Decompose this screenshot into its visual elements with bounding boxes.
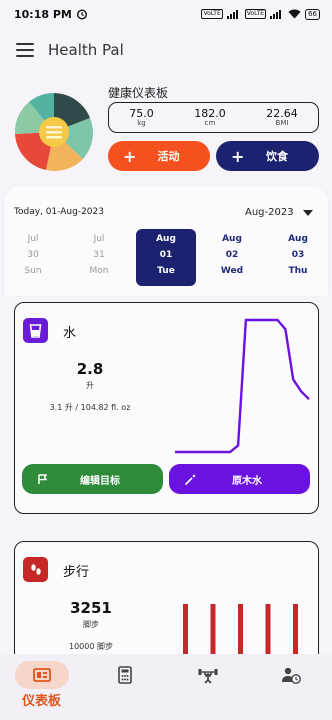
dashboard-title: 健康仪表板 [108, 86, 169, 100]
day-item[interactable]: Jul 31 Mon [69, 229, 129, 286]
day-item-selected[interactable]: Aug 01 Tue [136, 229, 196, 286]
water-unit: 升 [86, 381, 94, 390]
height-stat: 182.0 cm [194, 107, 226, 127]
plus-icon: + [123, 146, 137, 166]
nav-profile-history[interactable] [249, 654, 332, 720]
water-title: 水 [63, 326, 77, 341]
raw-water-label: 原木水 [232, 475, 262, 487]
nav-dashboard-label: 仪表板 [21, 694, 61, 709]
nav-calculator[interactable] [83, 654, 166, 720]
magic-wand-icon [184, 473, 200, 486]
flag-icon [37, 473, 53, 485]
app-title: Health Pal [48, 41, 124, 59]
walk-title: 步行 [63, 565, 90, 580]
add-activity-label: 活动 [157, 150, 180, 163]
battery-icon: 66 [305, 8, 320, 20]
day-item[interactable]: Jul 30 Sun [3, 229, 63, 286]
body-stats-box: 75.0 kg 182.0 cm 22.64 BMI [108, 102, 319, 133]
steps-goal: 10000 脚步 [69, 642, 113, 651]
alarm-icon [76, 9, 87, 20]
plus-icon: + [231, 146, 245, 166]
steps-value: 3251 [70, 599, 112, 617]
dropdown-arrow-icon [302, 209, 313, 216]
today-label: Today, 01-Aug-2023 [14, 207, 104, 217]
person-clock-icon [281, 667, 301, 684]
bmi-stat: 22.64 BMI [266, 107, 298, 127]
add-diet-button[interactable]: + 饮食 [216, 141, 319, 171]
day-item[interactable]: Aug 02 Wed [202, 229, 262, 286]
volte-badge-2: VoLTE [244, 9, 267, 19]
water-value: 2.8 [76, 360, 104, 378]
add-diet-label: 饮食 [266, 150, 288, 163]
day-item[interactable]: Aug 03 Thu [268, 229, 328, 286]
weightlifting-icon [198, 669, 217, 684]
add-activity-button[interactable]: + 活动 [108, 141, 210, 171]
water-detail: 3.1 升 / 104.82 fl. oz [49, 403, 131, 412]
steps-unit: 脚步 [83, 620, 99, 629]
wifi-icon [288, 9, 301, 19]
water-trend-line [175, 318, 310, 454]
hamburger-icon[interactable] [16, 43, 34, 57]
water-trend-chart [175, 318, 310, 454]
bottom-navigation: 仪表板 [0, 654, 332, 720]
water-card[interactable]: 水 2.8 升 3.1 升 / 104.82 fl. oz 编辑目标 原木水 [14, 302, 319, 514]
app-bar: Health Pal [0, 30, 332, 70]
status-time: 10:18 PM [14, 7, 72, 21]
health-pie-logo [14, 92, 93, 172]
raw-water-button[interactable]: 原木水 [169, 464, 310, 494]
signal-icon-1 [226, 9, 241, 19]
signal-icon-2 [270, 9, 284, 19]
month-selector[interactable]: Aug-2023 [245, 207, 313, 218]
footprints-icon [23, 557, 48, 582]
water-glass-icon [23, 318, 48, 343]
edit-goal-button[interactable]: 编辑目标 [22, 464, 163, 494]
edit-goal-label: 编辑目标 [80, 475, 120, 487]
nav-dashboard[interactable]: 仪表板 [0, 654, 83, 720]
weight-stat: 75.0 kg [129, 107, 154, 127]
month-selector-value: Aug-2023 [245, 207, 294, 218]
nav-fitness[interactable] [166, 654, 249, 720]
status-bar: 10:18 PM VoLTE VoLTE 66 [0, 0, 332, 28]
calculator-icon [117, 666, 132, 684]
dashboard-icon [32, 668, 51, 682]
volte-badge-1: VoLTE [201, 9, 223, 19]
